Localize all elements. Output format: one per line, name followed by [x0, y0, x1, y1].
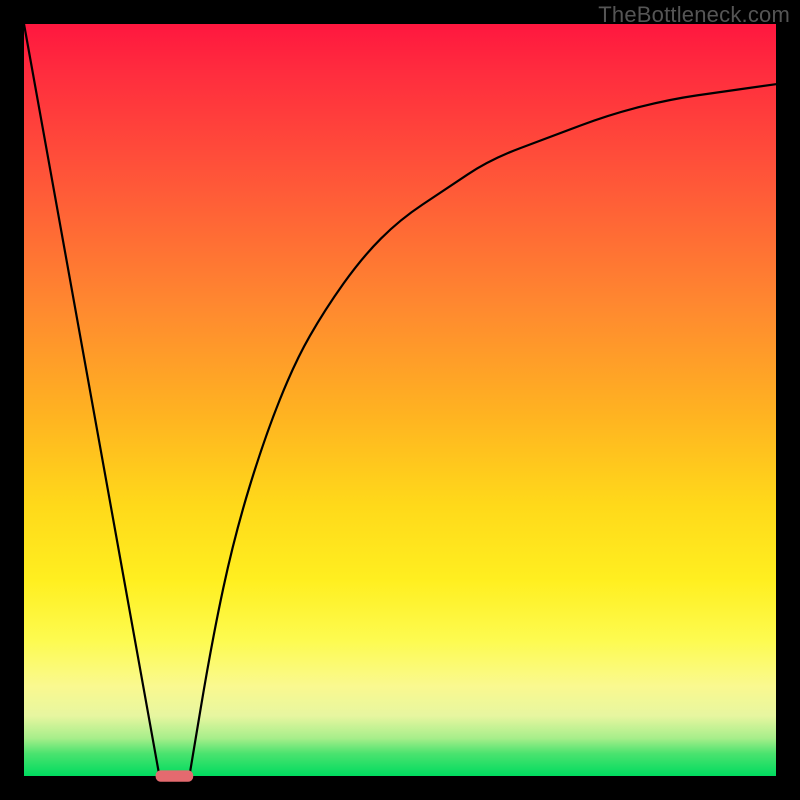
minimum-marker — [156, 770, 194, 781]
plot-area — [24, 24, 776, 776]
curve-right-branch — [189, 84, 776, 776]
chart-frame: TheBottleneck.com — [0, 0, 800, 800]
curve-layer — [24, 24, 776, 776]
curve-left-branch — [24, 24, 159, 776]
